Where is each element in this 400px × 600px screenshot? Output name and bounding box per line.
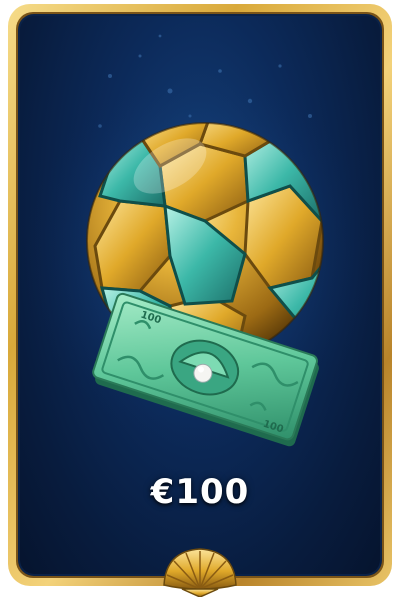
reward-card[interactable]: 100 100 €100 [0, 0, 400, 600]
prize-amount: €100 [150, 472, 250, 512]
scallop-shell-icon [163, 548, 237, 597]
